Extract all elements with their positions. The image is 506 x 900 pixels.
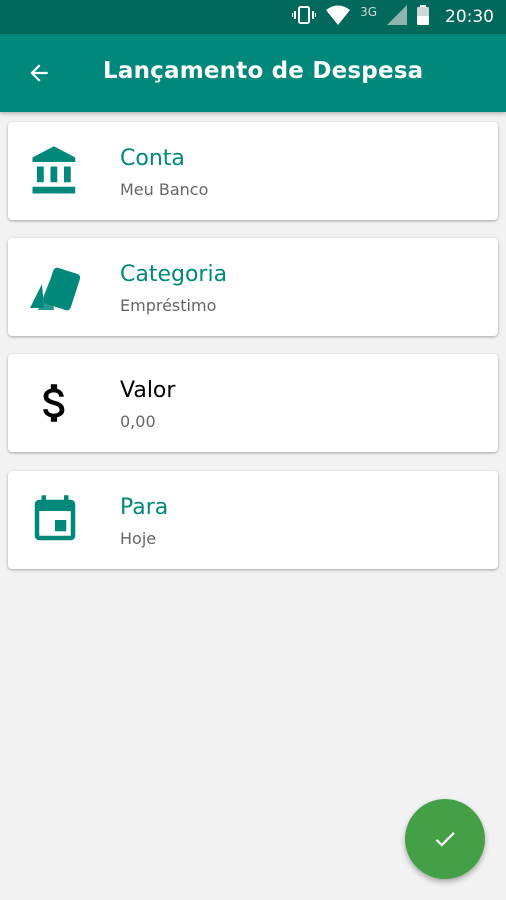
field-label: Valor <box>120 378 176 403</box>
battery-icon <box>417 5 429 29</box>
field-value: Empréstimo <box>120 296 217 315</box>
arrow-back-icon <box>30 64 48 82</box>
field-value: Meu Banco <box>120 180 209 199</box>
check-icon <box>435 832 455 847</box>
category-cards-icon <box>26 258 84 316</box>
dollar-icon <box>26 374 84 432</box>
status-time: 20:30 <box>445 7 494 27</box>
back-button[interactable] <box>22 56 56 90</box>
app-bar: Lançamento de Despesa <box>0 34 506 112</box>
field-label: Conta <box>120 146 185 171</box>
category-field-card[interactable]: Categoria Empréstimo <box>8 238 498 336</box>
account-field-card[interactable]: Conta Meu Banco <box>8 122 498 220</box>
bank-icon <box>26 142 84 200</box>
confirm-button[interactable] <box>405 799 485 879</box>
date-field-card[interactable]: Para Hoje <box>8 471 498 569</box>
signal-icon <box>387 5 407 29</box>
field-value: Hoje <box>120 529 157 548</box>
page-title: Lançamento de Despesa <box>103 58 424 84</box>
status-bar: 3G 20:30 <box>0 0 506 34</box>
vibrate-icon <box>291 5 318 29</box>
amount-field-card[interactable]: Valor 0,00 <box>8 354 498 452</box>
network-type-label: 3G <box>360 5 377 19</box>
calendar-icon <box>26 491 84 549</box>
field-value: 0,00 <box>120 412 156 431</box>
wifi-icon <box>326 5 351 29</box>
field-label: Para <box>120 495 169 520</box>
field-label: Categoria <box>120 262 228 287</box>
